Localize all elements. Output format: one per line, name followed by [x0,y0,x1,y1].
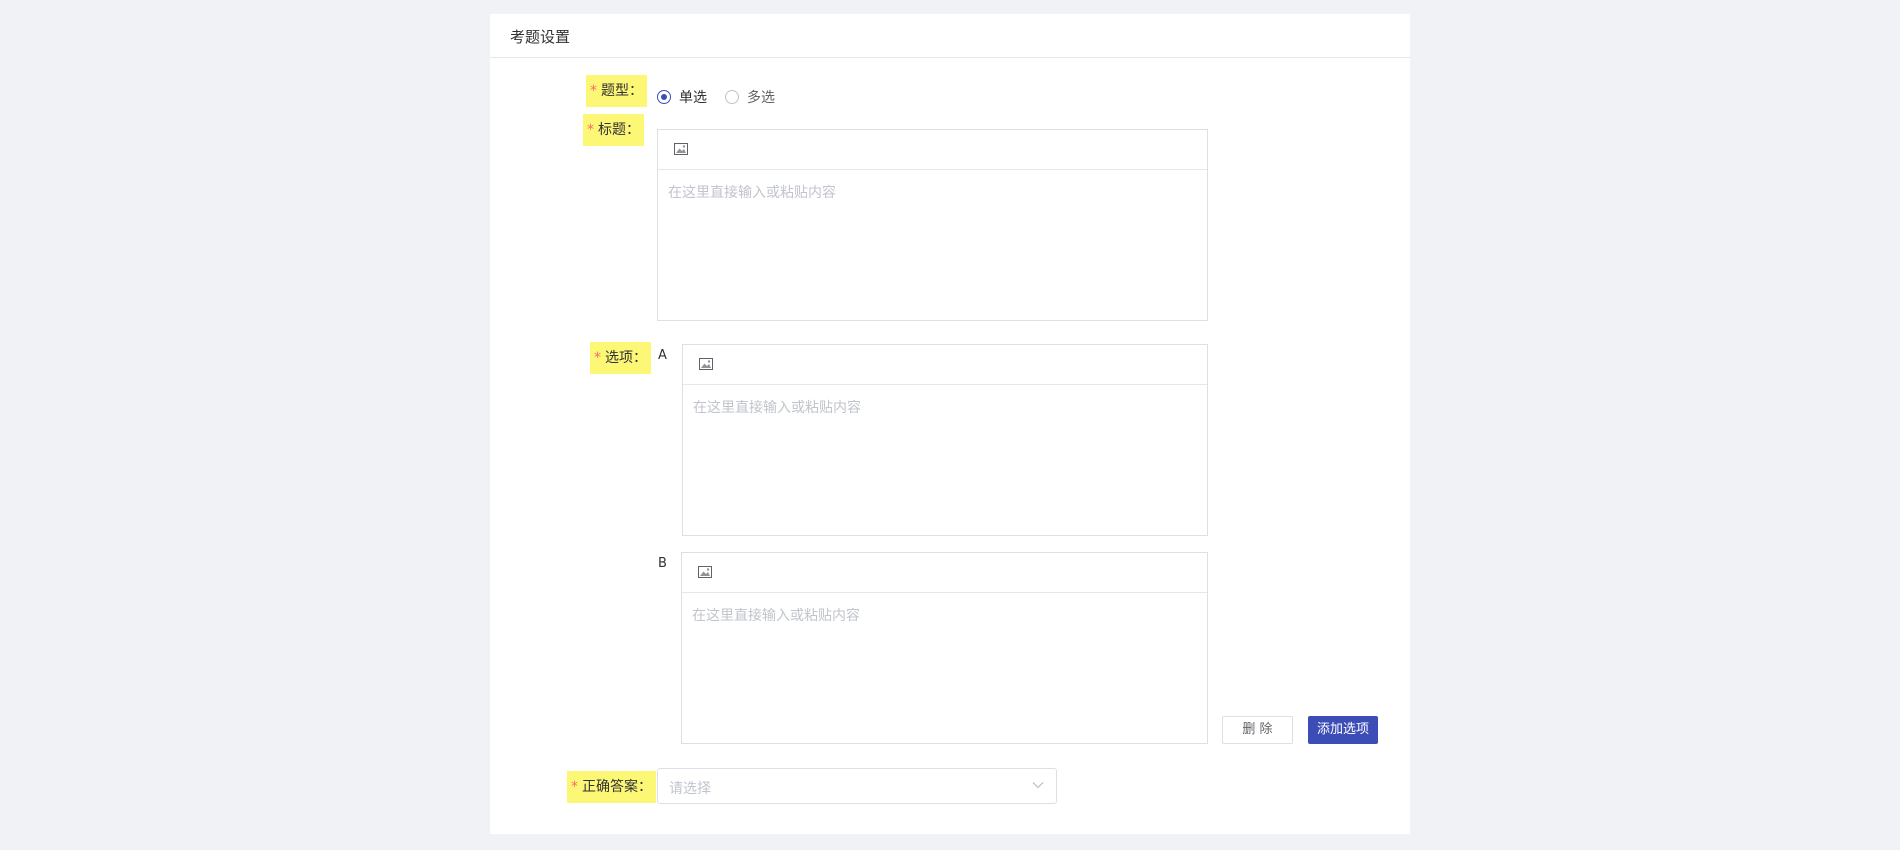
required-mark: * [594,350,601,366]
image-icon[interactable] [698,566,712,578]
image-icon[interactable] [699,358,713,370]
required-mark: * [571,779,578,795]
options-label-text: 选项： [605,350,647,366]
option-letter-a: A [658,348,667,363]
option-b-toolbar [682,553,1207,593]
panel-title: 考题设置 [510,28,571,46]
radio-single-choice[interactable]: 单选 [657,87,707,107]
radio-unchecked-icon[interactable] [725,90,739,104]
title-label-text: 标题： [598,122,640,138]
title-label: * 标题： [583,114,644,146]
type-radio-group: 单选 多选 [657,85,793,109]
title-editor-content[interactable]: 在这里直接输入或粘贴内容 [658,170,1207,214]
title-editor-toolbar [658,130,1207,170]
radio-checked-icon[interactable] [657,90,671,104]
type-label: * 题型： [586,75,647,107]
add-option-button[interactable]: 添加选项 [1308,716,1378,744]
option-a-toolbar [683,345,1207,385]
options-label: * 选项： [590,342,651,374]
radio-multiple-label: 多选 [747,90,775,106]
answer-label-text: 正确答案： [582,779,652,795]
option-b-editor[interactable]: 在这里直接输入或粘贴内容 [681,552,1208,744]
delete-option-button[interactable]: 删 除 [1222,716,1293,744]
panel-header: 考题设置 [490,14,1410,58]
answer-label: * 正确答案： [567,771,656,803]
option-letter-b: B [658,556,667,571]
radio-multiple-choice[interactable]: 多选 [725,87,775,107]
image-icon[interactable] [674,143,688,155]
question-settings-panel: 考题设置 * 题型： 单选 多选 * 标题： 在这里直接输入或粘贴内容 * 选项： [490,14,1410,834]
radio-single-label: 单选 [679,90,707,106]
option-a-content[interactable]: 在这里直接输入或粘贴内容 [683,385,1207,429]
required-mark: * [590,83,597,99]
correct-answer-select[interactable]: 请选择 [657,768,1057,804]
type-label-text: 题型： [601,83,643,99]
option-a-editor[interactable]: 在这里直接输入或粘贴内容 [682,344,1208,536]
title-editor[interactable]: 在这里直接输入或粘贴内容 [657,129,1208,321]
required-mark: * [587,122,594,138]
select-placeholder: 请选择 [669,781,711,797]
chevron-down-icon[interactable] [1032,781,1044,789]
option-b-content[interactable]: 在这里直接输入或粘贴内容 [682,593,1207,637]
